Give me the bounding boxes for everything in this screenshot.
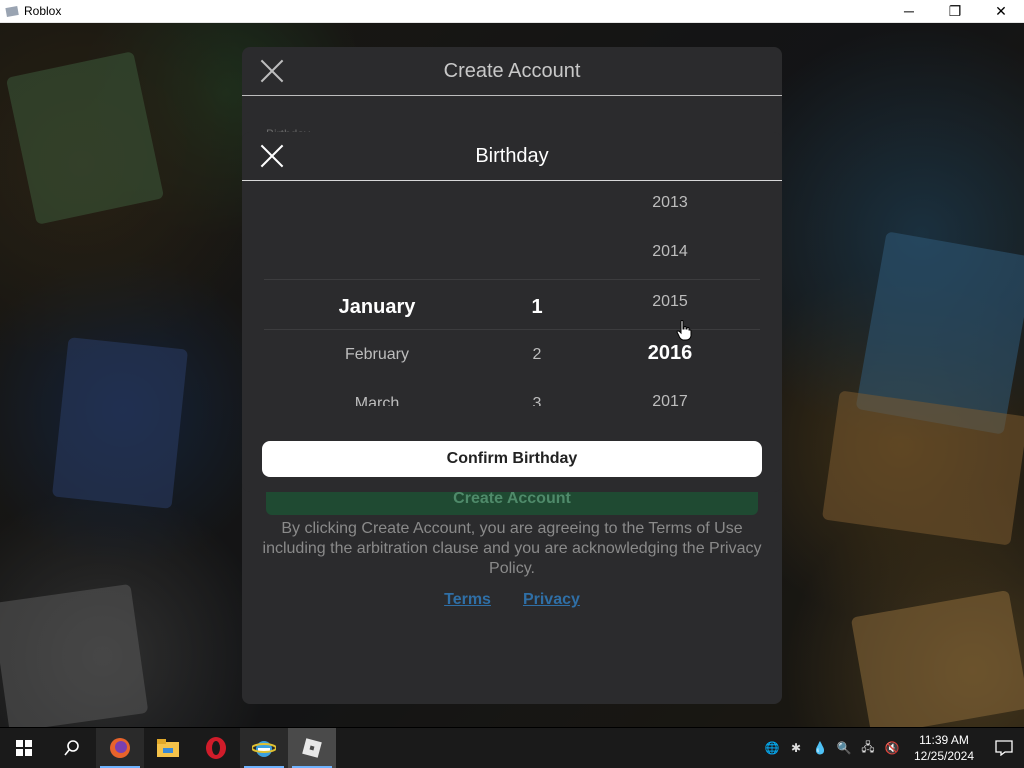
search-tray-icon[interactable]: 🔍	[832, 728, 856, 768]
network-icon[interactable]: 🖧	[856, 728, 880, 768]
close-icon[interactable]	[260, 144, 284, 168]
search-icon	[64, 740, 79, 756]
month-option-selected[interactable]: January	[297, 292, 457, 322]
window-title: Roblox	[24, 4, 62, 18]
network-globe-icon[interactable]: 🌐	[760, 728, 784, 768]
month-column[interactable]: January February March	[297, 181, 457, 406]
window-title-bar: Roblox ─ ❐ ✕	[0, 0, 1024, 23]
year-column[interactable]: 2013 2014 2015 2016 2017	[630, 181, 710, 406]
notification-icon	[995, 740, 1013, 756]
taskbar: 🌐 ✱ 💧 🔍 🖧 🔇 11:39 AM 12/25/2024	[0, 728, 1024, 768]
folder-icon	[157, 739, 179, 757]
opera-icon	[206, 737, 226, 759]
create-account-header: Create Account	[242, 47, 782, 96]
confirm-birthday-button[interactable]: Confirm Birthday	[262, 441, 762, 477]
minimize-button[interactable]: ─	[886, 0, 932, 23]
birthday-dialog: Birthday January February March 1 2 3 20…	[242, 132, 782, 492]
birthday-title: Birthday	[475, 144, 549, 167]
date-picker[interactable]: January February March 1 2 3 2013 2014 2…	[242, 181, 782, 406]
taskbar-roblox[interactable]	[288, 728, 336, 768]
taskbar-internet-explorer[interactable]	[240, 728, 288, 768]
month-option[interactable]: February	[297, 340, 457, 370]
year-option[interactable]: 2013	[630, 188, 710, 218]
internet-explorer-icon	[252, 741, 276, 757]
firefox-icon	[110, 738, 130, 758]
droplet-icon[interactable]: 💧	[808, 728, 832, 768]
year-option[interactable]: 2015	[630, 287, 710, 317]
volume-muted-icon[interactable]: 🔇	[880, 728, 904, 768]
windows-icon	[16, 740, 32, 756]
privacy-link[interactable]: Privacy	[523, 591, 580, 609]
notification-button[interactable]	[984, 728, 1024, 768]
taskbar-opera[interactable]	[192, 728, 240, 768]
close-icon[interactable]	[260, 59, 284, 83]
system-tray: 🌐 ✱ 💧 🔍 🖧 🔇 11:39 AM 12/25/2024	[760, 728, 1024, 768]
background-decoration	[51, 337, 189, 509]
day-option[interactable]: 2	[497, 340, 577, 370]
taskbar-firefox[interactable]	[96, 728, 144, 768]
year-option[interactable]: 2014	[630, 237, 710, 267]
day-column[interactable]: 1 2 3	[497, 181, 577, 406]
security-icon[interactable]: ✱	[784, 728, 808, 768]
clock-date: 12/25/2024	[913, 749, 975, 763]
close-window-button[interactable]: ✕	[978, 0, 1024, 23]
legal-text: By clicking Create Account, you are agre…	[262, 520, 762, 577]
birthday-header: Birthday	[242, 132, 782, 181]
clock-time: 11:39 AM	[919, 733, 969, 747]
day-option-selected[interactable]: 1	[497, 292, 577, 322]
create-account-title: Create Account	[443, 59, 581, 82]
month-option[interactable]: March	[297, 389, 457, 406]
roblox-icon	[302, 738, 322, 758]
year-option-selected[interactable]: 2016	[630, 338, 710, 368]
day-option[interactable]: 3	[497, 389, 577, 406]
background-decoration	[0, 583, 149, 727]
terms-link[interactable]: Terms	[444, 591, 491, 609]
hand-cursor-icon	[676, 320, 692, 341]
search-button[interactable]	[48, 728, 96, 768]
clock[interactable]: 11:39 AM 12/25/2024	[904, 732, 984, 764]
legal-links: Terms Privacy	[242, 591, 782, 609]
background-decoration	[5, 51, 165, 225]
taskbar-file-explorer[interactable]	[144, 728, 192, 768]
background-decoration	[850, 590, 1024, 727]
year-option[interactable]: 2017	[630, 387, 710, 406]
background-decoration	[821, 390, 1024, 546]
roblox-app-icon	[5, 6, 19, 17]
start-button[interactable]	[0, 728, 48, 768]
restore-button[interactable]: ❐	[932, 0, 978, 23]
